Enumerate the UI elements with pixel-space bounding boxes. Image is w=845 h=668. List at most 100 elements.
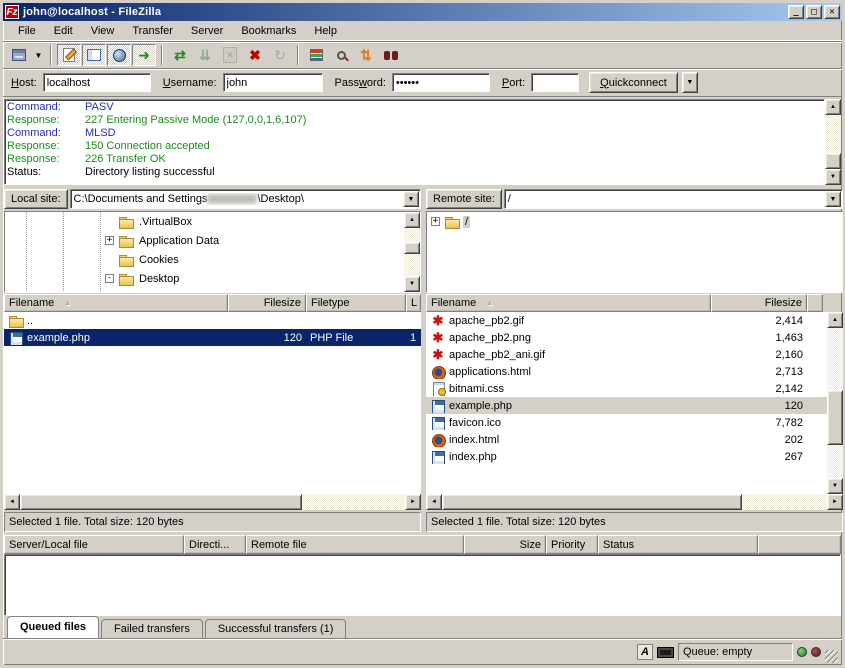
tab-successful-transfers[interactable]: Successful transfers (1) (205, 619, 347, 638)
column-header-server-local-file[interactable]: Server/Local file (4, 535, 184, 554)
toggle-remote-tree-icon[interactable] (107, 44, 131, 66)
file-row-parent-dir[interactable]: .. (4, 312, 421, 329)
username-input[interactable] (223, 73, 323, 92)
file-row[interactable]: bitnami.css 2,142 (426, 380, 827, 397)
menu-view[interactable]: View (82, 22, 124, 40)
column-header-filename[interactable]: Filename▲ (426, 294, 711, 312)
scroll-right-icon[interactable]: ► (405, 494, 421, 510)
scrollbar-thumb[interactable] (827, 390, 843, 445)
resize-grip[interactable] (825, 650, 838, 663)
tab-failed-transfers[interactable]: Failed transfers (101, 619, 203, 638)
menu-transfer[interactable]: Transfer (123, 22, 182, 40)
column-header-lastmodified[interactable]: L (406, 294, 421, 312)
minimize-button[interactable]: _ (788, 5, 804, 19)
file-row-example-php[interactable]: example.php 120 PHP File 1 (4, 329, 421, 346)
reconnect-icon[interactable]: ↻ (268, 44, 292, 66)
status-bar: A Queue: empty (3, 639, 842, 665)
file-row-example-php[interactable]: example.php 120 (426, 397, 827, 414)
process-queue-icon[interactable]: ⇊ (193, 44, 217, 66)
column-header-filesize[interactable]: Filesize (228, 294, 306, 312)
scroll-left-icon[interactable]: ◄ (426, 494, 442, 510)
toggle-message-log-icon[interactable] (57, 44, 81, 66)
menu-edit[interactable]: Edit (45, 22, 82, 40)
column-header-remote-file[interactable]: Remote file (246, 535, 464, 554)
local-horizontal-scrollbar[interactable]: ◄ ► (4, 494, 421, 510)
remote-horizontal-scrollbar[interactable]: ◄ ► (426, 494, 843, 510)
file-row[interactable]: index.php 267 (426, 448, 827, 465)
file-row[interactable]: ✱apache_pb2.png 1,463 (426, 329, 827, 346)
remote-list-scrollbar[interactable]: ▲ ▼ (827, 312, 843, 494)
site-manager-icon[interactable] (7, 44, 31, 66)
column-header-size[interactable]: Size (464, 535, 546, 554)
cancel-operation-icon[interactable]: ✕ (218, 44, 242, 66)
synchronized-browsing-icon[interactable]: ⇅ (354, 44, 378, 66)
column-header-filesize[interactable]: Filesize (711, 294, 807, 312)
menu-file[interactable]: File (9, 22, 45, 40)
toggle-queue-icon[interactable]: ➜ (132, 44, 156, 66)
menu-help[interactable]: Help (305, 22, 346, 40)
local-site-combobox[interactable]: C:\Documents and Settings\Desktop\ ▼ (70, 189, 421, 209)
column-header-direction[interactable]: Directi... (184, 535, 246, 554)
sort-ascending-icon: ▲ (486, 300, 493, 307)
file-row[interactable]: ✱apache_pb2.gif 2,414 (426, 312, 827, 329)
column-header-filetype[interactable]: Filetype (306, 294, 406, 312)
scroll-left-icon[interactable]: ◄ (4, 494, 20, 510)
find-files-icon[interactable] (379, 44, 403, 66)
menu-bookmarks[interactable]: Bookmarks (232, 22, 305, 40)
scrollbar-thumb[interactable] (825, 153, 841, 169)
scroll-down-icon[interactable]: ▼ (404, 276, 420, 292)
tree-item-cookies[interactable]: Cookies (5, 250, 404, 269)
file-row[interactable]: ✱apache_pb2_ani.gif 2,160 (426, 346, 827, 363)
scrollbar-thumb[interactable] (442, 494, 742, 510)
chevron-down-icon[interactable]: ▼ (403, 191, 419, 207)
local-tree-scrollbar[interactable]: ▲ ▼ (404, 212, 420, 292)
host-input[interactable] (43, 73, 151, 92)
column-header-status[interactable]: Status (598, 535, 758, 554)
queue-list[interactable] (4, 554, 841, 616)
sort-ascending-icon: ▲ (64, 300, 71, 307)
remote-directory-tree[interactable]: + / (427, 212, 842, 292)
toggle-local-tree-icon[interactable] (82, 44, 106, 66)
site-manager-dropdown[interactable]: ▼ (32, 44, 45, 66)
column-header-filename[interactable]: Filename▲ (4, 294, 228, 312)
column-header-priority[interactable]: Priority (546, 535, 598, 554)
scroll-down-icon[interactable]: ▼ (827, 478, 843, 494)
scroll-up-icon[interactable]: ▲ (825, 99, 841, 115)
scrollbar-thumb[interactable] (20, 494, 302, 510)
local-files-rows: .. example.php 120 PHP File 1 (4, 312, 421, 494)
refresh-arrows-icon: ⇄ (174, 48, 186, 62)
refresh-icon[interactable]: ⇄ (168, 44, 192, 66)
sync-arrows-icon: ⇅ (360, 48, 372, 62)
remote-site-combobox[interactable]: / ▼ (504, 189, 843, 209)
directory-filters-icon[interactable] (304, 44, 328, 66)
scrollbar-thumb[interactable] (404, 242, 420, 254)
collapse-icon[interactable]: - (105, 274, 114, 283)
file-row[interactable]: applications.html 2,713 (426, 363, 827, 380)
tree-item-desktop[interactable]: -Desktop (5, 269, 404, 288)
menu-server[interactable]: Server (182, 22, 232, 40)
password-input[interactable] (392, 73, 490, 92)
maximize-button[interactable]: □ (806, 5, 822, 19)
reconnect-arrow-icon: ↻ (274, 48, 286, 62)
expand-icon[interactable]: + (431, 217, 440, 226)
tree-item-virtualbox[interactable]: .VirtualBox (5, 212, 404, 231)
port-input[interactable] (531, 73, 579, 92)
tree-item-root[interactable]: + / (427, 212, 842, 231)
directory-comparison-icon[interactable] (329, 44, 353, 66)
file-row[interactable]: favicon.ico 7,782 (426, 414, 827, 431)
close-button[interactable]: ✕ (824, 5, 840, 19)
scroll-down-icon[interactable]: ▼ (825, 169, 841, 185)
file-row[interactable]: index.html 202 (426, 431, 827, 448)
scroll-right-icon[interactable]: ► (827, 494, 843, 510)
quickconnect-dropdown[interactable]: ▼ (682, 72, 698, 93)
disconnect-icon[interactable]: ✖ (243, 44, 267, 66)
quickconnect-button[interactable]: Quickconnect (589, 72, 678, 93)
expand-icon[interactable]: + (105, 236, 114, 245)
tree-item-application-data[interactable]: +Application Data (5, 231, 404, 250)
tab-queued-files[interactable]: Queued files (7, 616, 99, 638)
scroll-up-icon[interactable]: ▲ (404, 212, 420, 228)
scroll-up-icon[interactable]: ▲ (827, 312, 843, 328)
local-directory-tree[interactable]: .VirtualBox +Application Data Cookies -D… (5, 212, 404, 292)
log-scrollbar[interactable]: ▲ ▼ (825, 99, 841, 185)
chevron-down-icon[interactable]: ▼ (825, 191, 841, 207)
